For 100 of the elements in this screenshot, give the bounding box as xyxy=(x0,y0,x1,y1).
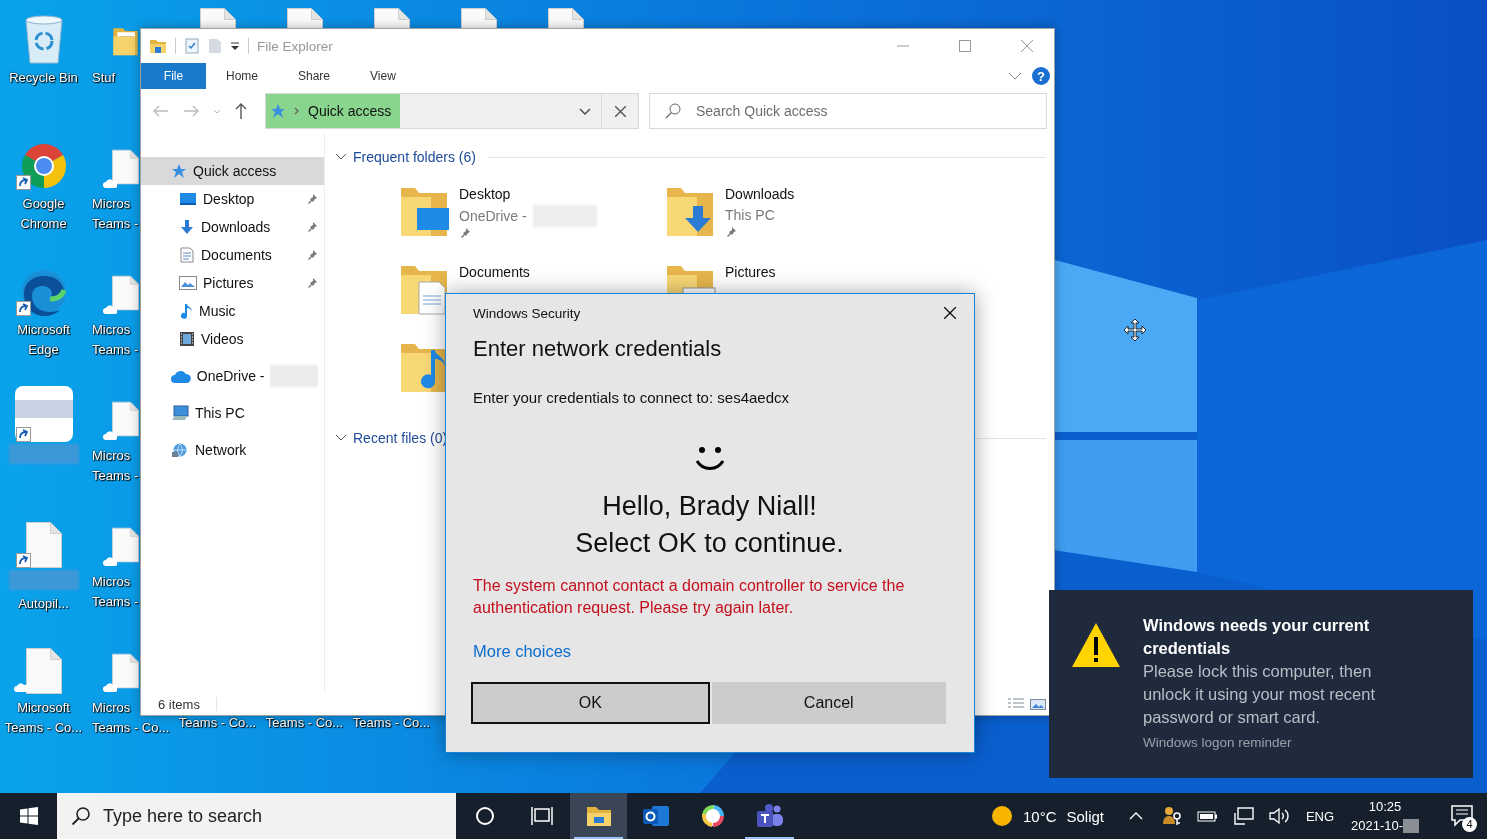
speaker-icon[interactable] xyxy=(1269,807,1291,825)
icon-label: Microsoft Teams - Co... xyxy=(3,699,84,737)
picture-icon xyxy=(179,276,197,290)
icon-label: Teams - Co... xyxy=(92,719,170,737)
folder-location: This PC xyxy=(725,206,775,225)
help-button[interactable]: ? xyxy=(1032,67,1050,85)
close-icon xyxy=(614,105,626,117)
notification-title: Windows needs your current credentials xyxy=(1143,615,1371,659)
greeting-text: Hello, Brady Niall! xyxy=(601,490,818,523)
desktop-icon xyxy=(179,192,197,206)
icon-label: Teams - xyxy=(92,593,139,611)
file-icon[interactable] xyxy=(25,522,62,568)
chevron-up-icon[interactable] xyxy=(1129,811,1143,821)
chevron-down-icon[interactable] xyxy=(335,153,347,161)
prompt-text: Enter your credentials to connect to: ses4aedcx xyxy=(473,388,790,408)
warning-icon xyxy=(1071,622,1121,668)
icon-label: Micros xyxy=(92,321,131,339)
icon-label: Micros xyxy=(92,447,131,465)
caret-icon[interactable] xyxy=(579,107,591,115)
sun-icon[interactable] xyxy=(990,805,1013,827)
chevron-down-icon[interactable] xyxy=(335,434,347,442)
taskbar-app-button[interactable] xyxy=(570,793,627,839)
maximize-icon[interactable] xyxy=(959,40,971,52)
person-key-icon[interactable] xyxy=(1162,806,1182,826)
icon-label: Micros xyxy=(92,699,131,717)
chrome-logo-icon[interactable] xyxy=(19,142,68,190)
file-icon[interactable] xyxy=(25,648,62,694)
close-icon[interactable] xyxy=(1021,40,1033,52)
icon-label: Microsoft Edge xyxy=(16,321,71,359)
edge-logo-icon[interactable] xyxy=(19,268,68,316)
folder-name: Pictures xyxy=(725,263,776,282)
nav-item[interactable]: Network xyxy=(141,436,324,464)
network-monitor-icon[interactable] xyxy=(1234,807,1254,825)
close-icon xyxy=(944,307,956,319)
computer-icon xyxy=(171,405,189,421)
folder-name: Desktop xyxy=(459,185,512,204)
temperature[interactable]: 10°C xyxy=(1022,807,1057,825)
file-icon[interactable] xyxy=(286,8,323,28)
large-icons-view-icon[interactable] xyxy=(1030,697,1046,711)
notification-count: 4 xyxy=(1462,817,1477,832)
window-title: File Explorer xyxy=(257,38,333,54)
nav-item[interactable]: Downloads xyxy=(141,213,324,241)
more-choices-link[interactable]: More choices xyxy=(473,640,572,662)
move-cursor-icon xyxy=(1123,318,1147,342)
properties-icon[interactable] xyxy=(184,38,200,54)
nav-item[interactable]: Quick access xyxy=(141,157,324,185)
icon-label: Google Chrome xyxy=(19,195,68,233)
address-path: Quick access xyxy=(308,103,393,119)
file-icon[interactable] xyxy=(373,8,410,28)
nav-item[interactable]: Music xyxy=(141,297,324,325)
weather-condition[interactable]: Soligt xyxy=(1066,807,1104,825)
notification-icon[interactable] xyxy=(1451,805,1475,827)
nav-item[interactable]: Desktop xyxy=(141,185,324,213)
music-note-icon xyxy=(179,303,193,319)
folder-name: Documents xyxy=(459,263,530,282)
clock-date[interactable]: 2021-10- xyxy=(1350,816,1403,835)
notification-body: Please lock this computer, then unlock it using your most recent password or smart card. xyxy=(1143,661,1377,728)
search-icon xyxy=(71,806,91,826)
search-field[interactable]: Search Quick access xyxy=(649,93,1047,129)
cloud-icon xyxy=(171,369,191,383)
chevron-right-icon xyxy=(294,107,300,115)
circle-icon[interactable] xyxy=(474,806,495,826)
task-view-icon[interactable] xyxy=(530,806,553,826)
windows-logo-icon[interactable] xyxy=(19,807,38,825)
icon-label: Autopil... xyxy=(18,595,69,613)
color-ring-icon xyxy=(699,803,726,829)
icon-label: Teams - xyxy=(92,215,139,233)
stop-button[interactable] xyxy=(602,93,639,129)
file-icon[interactable] xyxy=(460,8,497,28)
nav-item[interactable]: Videos xyxy=(141,325,324,353)
dialog-heading: Enter network credentials xyxy=(473,335,723,363)
file-icon[interactable] xyxy=(547,8,584,28)
nav-item[interactable]: OneDrive - xyxy=(141,362,324,390)
running-indicator xyxy=(574,837,623,839)
nav-item[interactable]: This PC xyxy=(141,399,324,427)
battery-icon[interactable] xyxy=(1197,809,1219,823)
icon-label: Stuf xyxy=(92,69,116,87)
search-field[interactable]: Type here to search xyxy=(57,793,456,839)
ribbon-tab[interactable]: Share xyxy=(278,63,351,89)
section-title[interactable]: Frequent folders (6) xyxy=(353,149,476,165)
ribbon-tab[interactable]: Home xyxy=(206,63,278,89)
file-menu-tab[interactable]: File xyxy=(141,63,206,89)
up-arrow-icon[interactable] xyxy=(235,103,247,119)
address-bar[interactable]: Quick access xyxy=(265,93,602,129)
ok-button[interactable]: OK xyxy=(471,682,710,724)
instruction-text: Select OK to continue. xyxy=(574,527,845,560)
folder-name: Downloads xyxy=(725,185,795,204)
nav-item[interactable]: Documents xyxy=(141,241,324,269)
cancel-button[interactable]: Cancel xyxy=(711,682,946,724)
download-arrow-icon xyxy=(179,219,195,235)
ribbon-tab[interactable]: View xyxy=(350,63,416,89)
icon-label: Recycle Bin xyxy=(9,69,78,87)
nav-item[interactable]: Pictures xyxy=(141,269,324,297)
clock-time[interactable]: 10:25 xyxy=(1368,797,1402,816)
language-indicator[interactable]: ENG xyxy=(1298,808,1342,824)
star-icon xyxy=(171,163,187,179)
chevron-down-icon[interactable] xyxy=(1008,72,1022,80)
film-icon xyxy=(179,331,195,347)
file-icon[interactable] xyxy=(199,8,236,28)
caret-icon[interactable] xyxy=(230,41,240,51)
